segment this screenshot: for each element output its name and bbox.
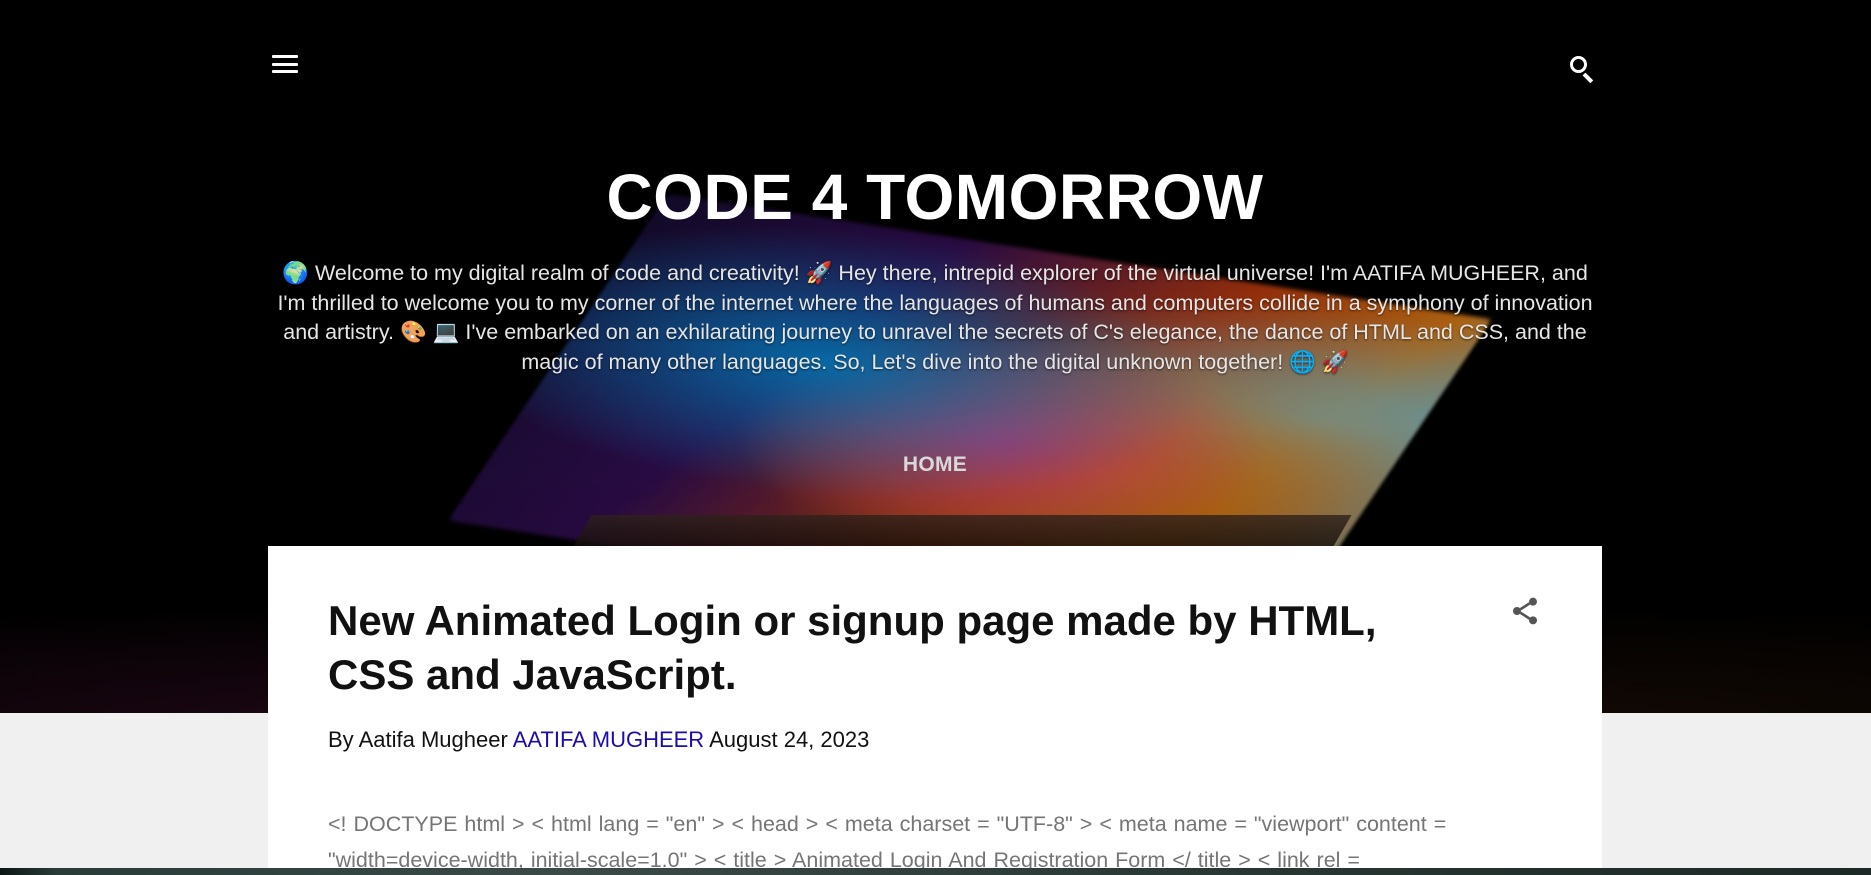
search-icon[interactable] (1568, 54, 1598, 84)
nav-home-link[interactable]: HOME (268, 453, 1602, 477)
site-title[interactable]: CODE 4 TOMORROW (268, 160, 1602, 234)
bottom-strip (0, 868, 1871, 875)
post-date[interactable]: August 24, 2023 (709, 727, 869, 752)
post-snippet: <! DOCTYPE html > < html lang = "en" > <… (328, 812, 1447, 872)
hamburger-menu-icon[interactable] (270, 52, 300, 76)
author-link[interactable]: AATIFA MUGHEER (513, 727, 705, 752)
site-description: 🌍 Welcome to my digital realm of code an… (277, 261, 1593, 374)
post-card: New Animated Login or signup page made b… (268, 546, 1602, 875)
byline-prefix: By Aatifa Mugheer (328, 727, 508, 752)
share-icon[interactable] (1509, 594, 1541, 628)
post-title[interactable]: New Animated Login or signup page made b… (328, 594, 1388, 702)
post-byline: By Aatifa Mugheer AATIFA MUGHEER August … (328, 727, 869, 753)
